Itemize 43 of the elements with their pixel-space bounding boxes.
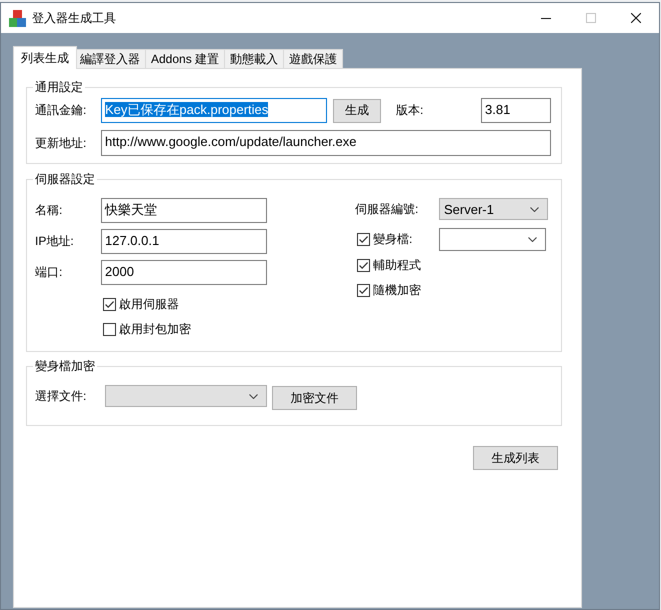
tab[interactable]: Addons 建置: [146, 49, 226, 68]
dropdown[interactable]: Server-1: [439, 198, 548, 220]
tab[interactable]: 編譯登入器: [75, 49, 146, 68]
checkbox[interactable]: [103, 323, 116, 336]
field-label: 選擇文件:: [35, 388, 88, 405]
cubes-icon: [9, 10, 26, 26]
text-field[interactable]: 快樂天堂: [101, 198, 267, 223]
field-label: 更新地址:: [35, 134, 88, 152]
field-label: IP地址:: [35, 233, 75, 250]
generate-button[interactable]: 生成: [333, 98, 381, 122]
checkbox[interactable]: [103, 298, 116, 311]
tab[interactable]: 列表生成: [13, 46, 77, 69]
chevron-down-icon: [530, 206, 539, 212]
dropdown[interactable]: [439, 228, 546, 251]
chevron-down-icon: [528, 237, 537, 242]
field-label: 通訊金鑰:: [35, 102, 88, 119]
encrypt-file-button[interactable]: 加密文件: [272, 386, 357, 410]
checkbox[interactable]: [357, 259, 370, 272]
checkbox-label[interactable]: 輔助程式: [373, 257, 421, 274]
tab[interactable]: 動態載入: [225, 49, 284, 68]
checkbox-label[interactable]: 變身檔:: [373, 231, 412, 248]
text-field[interactable]: http://www.google.com/update/launcher.exe: [101, 130, 551, 156]
text-field[interactable]: Key已保存在pack.properties: [101, 98, 327, 123]
group-title: 通用設定: [34, 79, 84, 95]
field-label: 名稱:: [35, 202, 64, 219]
field-label: 端口:: [35, 264, 64, 281]
tab[interactable]: 遊戲保護: [284, 49, 344, 68]
checkbox-label[interactable]: 啟用封包加密: [119, 321, 191, 338]
generate-list-button[interactable]: 生成列表: [473, 446, 558, 470]
close-icon[interactable]: [630, 13, 640, 23]
group-title: 伺服器設定: [34, 171, 96, 187]
window-title: 登入器生成工具: [32, 10, 116, 26]
checkbox-label[interactable]: 隨機加密: [373, 282, 421, 299]
text-field[interactable]: 2000: [101, 260, 267, 285]
field-label: 版本:: [396, 102, 424, 119]
checkbox[interactable]: [357, 284, 370, 297]
text-field[interactable]: 127.0.0.1: [101, 229, 267, 254]
group-title: 變身檔加密: [34, 358, 96, 374]
checkbox-label[interactable]: 啟用伺服器: [119, 296, 179, 313]
field-label: 伺服器編號:: [355, 200, 420, 218]
chevron-down-icon: [249, 394, 258, 398]
text-field[interactable]: 3.81: [481, 98, 551, 123]
checkbox[interactable]: [357, 233, 370, 246]
